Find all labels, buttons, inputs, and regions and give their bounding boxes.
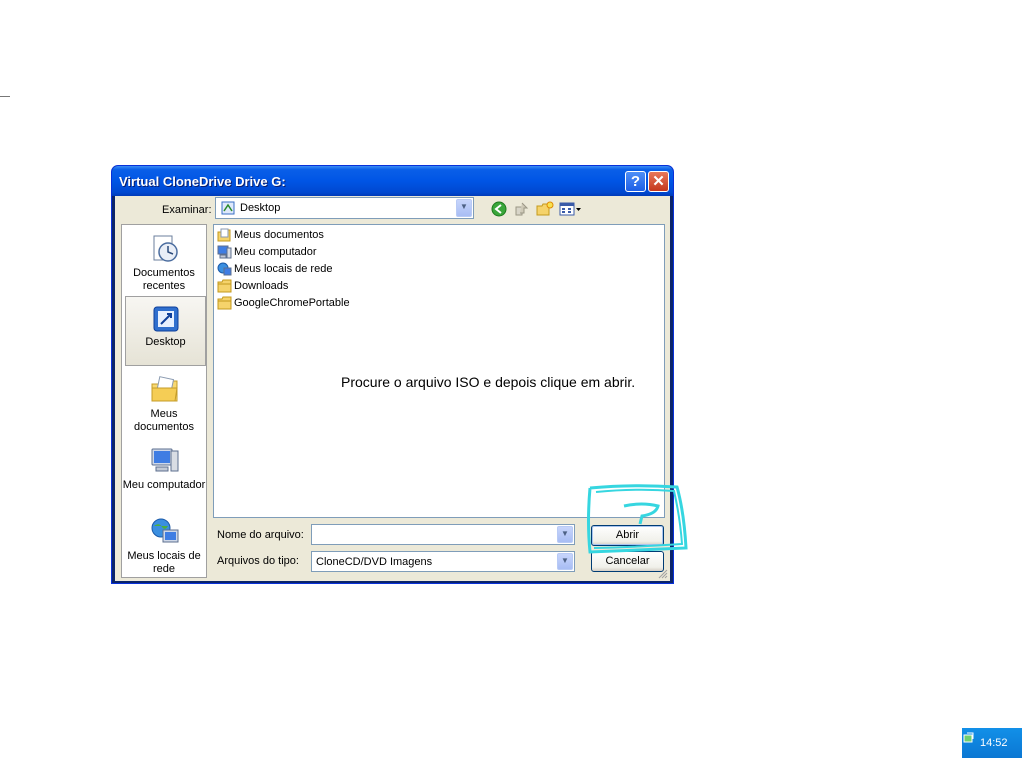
file-name: Meu computador <box>234 246 317 258</box>
place-label: Desktop <box>145 336 186 348</box>
lookin-dropdown[interactable]: Desktop ▼ <box>215 197 474 219</box>
system-tray: 14:52 <box>962 728 1022 758</box>
my-documents-icon <box>151 376 178 402</box>
place-label: Meus documentos <box>134 408 194 433</box>
recent-documents-icon <box>153 235 178 262</box>
instruction-text: Procure o arquivo ISO e depois clique em… <box>341 374 636 390</box>
file-name: Meus documentos <box>234 229 324 241</box>
tray-icon[interactable] <box>963 732 975 744</box>
window-title: Virtual CloneDrive Drive G: <box>119 174 286 189</box>
up-folder-icon[interactable] <box>513 201 531 217</box>
folder-icon <box>217 279 232 293</box>
my-computer-icon <box>151 448 179 472</box>
place-recent-documents[interactable]: Documentos recentes <box>122 227 206 297</box>
place-label: Meus locais de rede <box>127 550 201 575</box>
annotation-highlight <box>587 484 688 554</box>
chevron-down-icon[interactable]: ▼ <box>456 199 472 217</box>
places-bar: Documentos recentes Desktop Meus documen… <box>121 224 207 578</box>
filetype-label: Arquivos do tipo: <box>217 555 299 567</box>
chevron-down-icon[interactable]: ▼ <box>557 553 573 570</box>
place-network[interactable]: Meus locais de rede <box>122 510 206 578</box>
my-documents-icon <box>217 228 231 242</box>
place-label: Meu computador <box>122 479 206 491</box>
filetype-value: CloneCD/DVD Imagens <box>316 556 433 568</box>
close-icon: ✕ <box>652 173 665 190</box>
network-places-icon <box>151 518 179 543</box>
back-icon[interactable] <box>490 201 508 217</box>
file-name: Meus locais de rede <box>234 263 333 275</box>
stray-line <box>0 96 10 97</box>
file-list[interactable]: Meus documentos Meu computador Meus loca… <box>213 224 665 518</box>
lookin-value: Desktop <box>240 202 281 214</box>
chevron-down-icon[interactable]: ▼ <box>557 526 573 543</box>
close-button[interactable]: ✕ <box>648 171 669 192</box>
desktop-icon <box>153 306 179 332</box>
title-bar[interactable]: Virtual CloneDrive Drive G: ? ✕ <box>112 166 673 196</box>
place-my-documents[interactable]: Meus documentos <box>122 368 206 438</box>
lookin-label: Examinar: <box>162 204 212 216</box>
file-name: GoogleChromePortable <box>234 297 350 309</box>
filetype-dropdown[interactable]: CloneCD/DVD Imagens ▼ <box>311 551 575 572</box>
network-places-icon <box>217 262 232 276</box>
new-folder-icon[interactable] <box>536 201 554 217</box>
my-computer-icon <box>217 245 232 259</box>
filename-label: Nome do arquivo: <box>217 529 304 541</box>
taskbar-clock[interactable]: 14:52 <box>980 737 1008 749</box>
place-my-computer[interactable]: Meu computador <box>122 439 206 509</box>
resize-grip-icon[interactable] <box>658 569 668 579</box>
place-label: Documentos recentes <box>133 267 195 292</box>
filename-input[interactable]: ▼ <box>311 524 575 545</box>
folder-icon <box>217 296 232 310</box>
help-icon: ? <box>630 173 641 190</box>
help-button[interactable]: ? <box>625 171 646 192</box>
file-name: Downloads <box>234 280 289 292</box>
place-desktop[interactable]: Desktop <box>125 296 206 366</box>
view-menu-icon[interactable] <box>559 201 583 217</box>
desktop-icon <box>221 201 235 215</box>
